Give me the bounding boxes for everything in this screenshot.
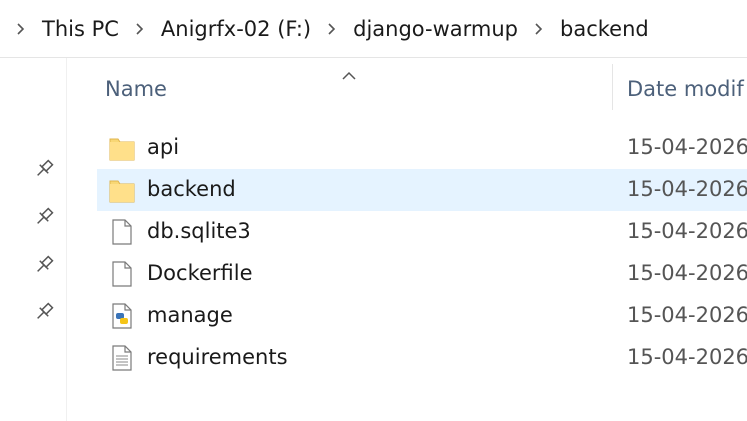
breadcrumb-django-warmup[interactable]: django-warmup — [347, 9, 524, 49]
file-date: 15-04-2026 — [627, 219, 747, 243]
breadcrumb-drive[interactable]: Anigrfx-02 (F:) — [155, 9, 317, 49]
file-name: requirements — [147, 345, 288, 369]
file-name: Dockerfile — [147, 261, 253, 285]
chevron-right-icon[interactable] — [317, 22, 347, 35]
file-name: manage — [147, 303, 233, 327]
column-resize-handle[interactable] — [612, 64, 613, 110]
file-icon — [109, 218, 135, 246]
column-header: Name Date modif — [97, 62, 747, 114]
chevron-right-icon[interactable] — [125, 22, 155, 35]
file-date: 15-04-2026 — [627, 261, 747, 285]
pin-icon[interactable] — [33, 301, 55, 323]
python-file-icon — [109, 302, 135, 330]
pane-divider — [66, 58, 67, 421]
address-breadcrumb: This PC Anigrfx-02 (F:) django-warmup ba… — [0, 0, 747, 58]
pin-icon[interactable] — [33, 206, 55, 228]
file-name: backend — [147, 177, 236, 201]
column-name-header[interactable]: Name — [105, 77, 167, 101]
pin-icon[interactable] — [33, 158, 55, 180]
file-date: 15-04-2026 — [627, 135, 747, 159]
column-date-header[interactable]: Date modif — [627, 77, 744, 101]
text-file-icon — [109, 344, 135, 372]
file-date: 15-04-2026 — [627, 345, 747, 369]
file-name: api — [147, 135, 180, 159]
chevron-right-icon[interactable] — [6, 22, 36, 35]
pin-icon[interactable] — [33, 254, 55, 276]
sort-ascending-icon — [341, 62, 357, 86]
file-row[interactable]: manage 15-04-2026 — [97, 295, 747, 337]
breadcrumb-backend[interactable]: backend — [554, 9, 655, 49]
file-row[interactable]: backend 15-04-2026 — [97, 169, 747, 211]
breadcrumb-this-pc[interactable]: This PC — [36, 9, 125, 49]
folder-icon — [109, 176, 135, 204]
file-row[interactable]: api 15-04-2026 — [97, 127, 747, 169]
file-icon — [109, 260, 135, 288]
folder-icon — [109, 134, 135, 162]
chevron-right-icon[interactable] — [524, 22, 554, 35]
file-date: 15-04-2026 — [627, 303, 747, 327]
file-date: 15-04-2026 — [627, 177, 747, 201]
file-row[interactable]: requirements 15-04-2026 — [97, 337, 747, 379]
file-name: db.sqlite3 — [147, 219, 251, 243]
file-row[interactable]: db.sqlite3 15-04-2026 — [97, 211, 747, 253]
quick-access-pane — [0, 58, 66, 421]
file-row[interactable]: Dockerfile 15-04-2026 — [97, 253, 747, 295]
